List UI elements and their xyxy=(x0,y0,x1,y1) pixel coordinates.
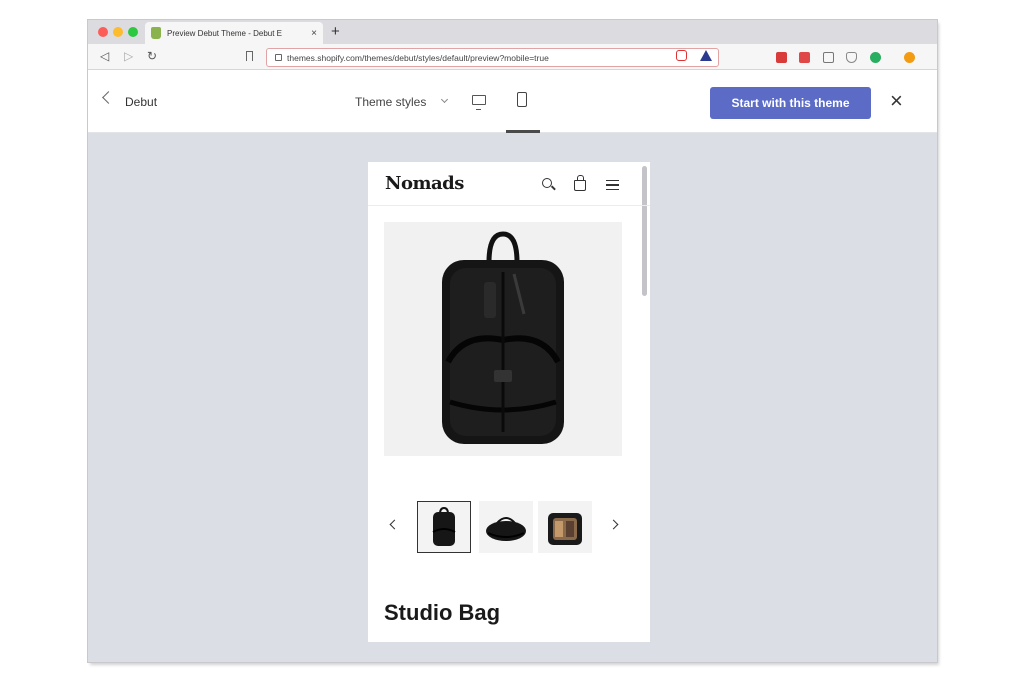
triangle-extension-icon[interactable] xyxy=(700,50,712,61)
theme-styles-dropdown[interactable]: Theme styles xyxy=(355,95,426,109)
mobile-preview-frame: Nomads Studio Bag xyxy=(368,162,650,642)
preview-canvas: Nomads Studio Bag xyxy=(88,133,937,662)
bookmark-icon[interactable] xyxy=(246,51,253,61)
shopify-favicon-icon xyxy=(151,27,161,39)
forward-arrow-icon[interactable]: ▷ xyxy=(124,49,133,63)
shield-extension-icon[interactable] xyxy=(676,50,687,61)
theme-preview-bar: Debut Theme styles Start with this theme… xyxy=(88,71,937,133)
desktop-icon[interactable] xyxy=(472,95,486,110)
tab-strip: Preview Debut Theme - Debut E × + xyxy=(88,20,937,44)
close-window-button[interactable] xyxy=(98,27,108,37)
product-thumbnail[interactable] xyxy=(538,501,592,553)
tab-close-icon[interactable]: × xyxy=(311,28,317,39)
menu-icon[interactable] xyxy=(606,180,619,190)
chevron-right-icon[interactable] xyxy=(608,519,619,530)
extension-icon[interactable] xyxy=(799,52,810,63)
start-with-theme-button[interactable]: Start with this theme xyxy=(710,87,871,119)
extension-icon[interactable] xyxy=(776,52,787,63)
product-thumbnail[interactable] xyxy=(479,501,533,553)
url-text: themes.shopify.com/themes/debut/styles/d… xyxy=(287,52,549,63)
new-tab-button[interactable]: + xyxy=(331,23,340,41)
reload-icon[interactable]: ↻ xyxy=(147,49,157,63)
product-title: Studio Bag xyxy=(384,600,501,625)
address-toolbar: ◁ ▷ ↻ themes.shopify.com/themes/debut/st… xyxy=(88,44,937,70)
tab-title: Preview Debut Theme - Debut E xyxy=(167,28,283,38)
product-main-image[interactable] xyxy=(384,222,622,456)
chevron-left-icon[interactable] xyxy=(102,91,115,104)
backpack-image xyxy=(442,231,564,444)
address-bar[interactable]: themes.shopify.com/themes/debut/styles/d… xyxy=(266,48,719,67)
search-icon[interactable] xyxy=(542,178,552,188)
browser-tab[interactable]: Preview Debut Theme - Debut E × xyxy=(145,22,323,44)
lock-icon xyxy=(275,54,282,61)
back-to-theme-link[interactable]: Debut xyxy=(125,95,157,109)
camera-extension-icon[interactable] xyxy=(823,52,834,63)
chevron-left-icon[interactable] xyxy=(389,519,400,530)
pocket-extension-icon[interactable] xyxy=(846,52,857,63)
chevron-down-icon xyxy=(440,95,449,104)
store-header: Nomads xyxy=(368,162,650,206)
close-icon[interactable]: × xyxy=(890,90,903,112)
browser-window: Preview Debut Theme - Debut E × + ◁ ▷ ↻ … xyxy=(88,20,937,662)
back-arrow-icon[interactable]: ◁ xyxy=(100,49,109,63)
cart-icon[interactable] xyxy=(574,175,586,191)
minimize-window-button[interactable] xyxy=(113,27,123,37)
grammarly-extension-icon[interactable] xyxy=(870,52,881,63)
store-logo[interactable]: Nomads xyxy=(385,173,464,194)
mobile-icon[interactable] xyxy=(517,92,527,107)
product-thumbnail[interactable] xyxy=(417,501,471,553)
maximize-window-button[interactable] xyxy=(128,27,138,37)
profile-extension-icon[interactable] xyxy=(904,52,915,63)
